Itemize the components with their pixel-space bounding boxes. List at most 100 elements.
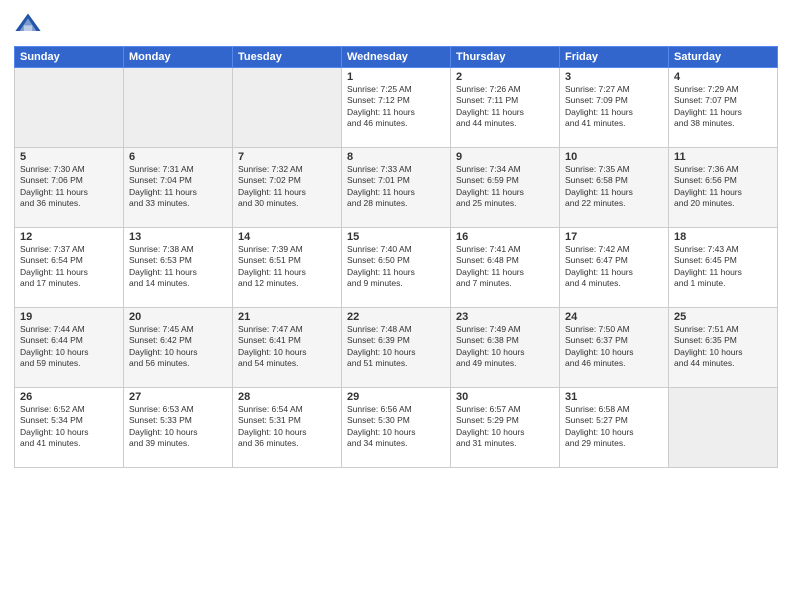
day-number: 19 [20, 311, 118, 323]
day-number: 27 [129, 391, 227, 403]
day-number: 5 [20, 151, 118, 163]
calendar-cell [233, 68, 342, 148]
calendar-week-row: 19Sunrise: 7:44 AM Sunset: 6:44 PM Dayli… [15, 308, 778, 388]
day-number: 3 [565, 71, 663, 83]
day-number: 16 [456, 231, 554, 243]
day-info: Sunrise: 7:25 AM Sunset: 7:12 PM Dayligh… [347, 84, 445, 130]
day-info: Sunrise: 6:53 AM Sunset: 5:33 PM Dayligh… [129, 404, 227, 450]
day-info: Sunrise: 7:40 AM Sunset: 6:50 PM Dayligh… [347, 244, 445, 290]
day-info: Sunrise: 7:49 AM Sunset: 6:38 PM Dayligh… [456, 324, 554, 370]
day-info: Sunrise: 7:50 AM Sunset: 6:37 PM Dayligh… [565, 324, 663, 370]
calendar-week-row: 26Sunrise: 6:52 AM Sunset: 5:34 PM Dayli… [15, 388, 778, 468]
day-info: Sunrise: 7:42 AM Sunset: 6:47 PM Dayligh… [565, 244, 663, 290]
day-number: 23 [456, 311, 554, 323]
calendar-day-header: Thursday [451, 47, 560, 68]
calendar-cell: 30Sunrise: 6:57 AM Sunset: 5:29 PM Dayli… [451, 388, 560, 468]
day-number: 15 [347, 231, 445, 243]
day-info: Sunrise: 7:36 AM Sunset: 6:56 PM Dayligh… [674, 164, 772, 210]
calendar-cell: 25Sunrise: 7:51 AM Sunset: 6:35 PM Dayli… [669, 308, 778, 388]
calendar-cell: 7Sunrise: 7:32 AM Sunset: 7:02 PM Daylig… [233, 148, 342, 228]
calendar-cell: 16Sunrise: 7:41 AM Sunset: 6:48 PM Dayli… [451, 228, 560, 308]
calendar-day-header: Wednesday [342, 47, 451, 68]
day-number: 14 [238, 231, 336, 243]
day-number: 30 [456, 391, 554, 403]
calendar-cell [124, 68, 233, 148]
calendar-cell: 12Sunrise: 7:37 AM Sunset: 6:54 PM Dayli… [15, 228, 124, 308]
calendar-cell: 20Sunrise: 7:45 AM Sunset: 6:42 PM Dayli… [124, 308, 233, 388]
day-info: Sunrise: 7:30 AM Sunset: 7:06 PM Dayligh… [20, 164, 118, 210]
day-info: Sunrise: 6:52 AM Sunset: 5:34 PM Dayligh… [20, 404, 118, 450]
day-number: 20 [129, 311, 227, 323]
day-info: Sunrise: 7:27 AM Sunset: 7:09 PM Dayligh… [565, 84, 663, 130]
logo-icon [14, 10, 42, 38]
calendar-cell: 9Sunrise: 7:34 AM Sunset: 6:59 PM Daylig… [451, 148, 560, 228]
calendar-cell: 10Sunrise: 7:35 AM Sunset: 6:58 PM Dayli… [560, 148, 669, 228]
calendar-day-header: Tuesday [233, 47, 342, 68]
day-info: Sunrise: 7:39 AM Sunset: 6:51 PM Dayligh… [238, 244, 336, 290]
day-info: Sunrise: 7:32 AM Sunset: 7:02 PM Dayligh… [238, 164, 336, 210]
day-info: Sunrise: 6:56 AM Sunset: 5:30 PM Dayligh… [347, 404, 445, 450]
day-info: Sunrise: 7:45 AM Sunset: 6:42 PM Dayligh… [129, 324, 227, 370]
day-number: 2 [456, 71, 554, 83]
calendar-cell: 14Sunrise: 7:39 AM Sunset: 6:51 PM Dayli… [233, 228, 342, 308]
day-info: Sunrise: 6:57 AM Sunset: 5:29 PM Dayligh… [456, 404, 554, 450]
logo [14, 10, 44, 38]
day-number: 10 [565, 151, 663, 163]
header [14, 10, 778, 38]
day-info: Sunrise: 7:37 AM Sunset: 6:54 PM Dayligh… [20, 244, 118, 290]
calendar-week-row: 5Sunrise: 7:30 AM Sunset: 7:06 PM Daylig… [15, 148, 778, 228]
calendar-cell: 11Sunrise: 7:36 AM Sunset: 6:56 PM Dayli… [669, 148, 778, 228]
day-info: Sunrise: 7:44 AM Sunset: 6:44 PM Dayligh… [20, 324, 118, 370]
day-number: 7 [238, 151, 336, 163]
day-info: Sunrise: 6:54 AM Sunset: 5:31 PM Dayligh… [238, 404, 336, 450]
day-number: 17 [565, 231, 663, 243]
day-number: 22 [347, 311, 445, 323]
calendar-cell [15, 68, 124, 148]
day-info: Sunrise: 7:51 AM Sunset: 6:35 PM Dayligh… [674, 324, 772, 370]
day-info: Sunrise: 7:26 AM Sunset: 7:11 PM Dayligh… [456, 84, 554, 130]
day-number: 21 [238, 311, 336, 323]
day-number: 4 [674, 71, 772, 83]
calendar-cell: 27Sunrise: 6:53 AM Sunset: 5:33 PM Dayli… [124, 388, 233, 468]
day-number: 13 [129, 231, 227, 243]
calendar-cell: 6Sunrise: 7:31 AM Sunset: 7:04 PM Daylig… [124, 148, 233, 228]
day-number: 12 [20, 231, 118, 243]
calendar-week-row: 1Sunrise: 7:25 AM Sunset: 7:12 PM Daylig… [15, 68, 778, 148]
day-info: Sunrise: 7:31 AM Sunset: 7:04 PM Dayligh… [129, 164, 227, 210]
day-number: 31 [565, 391, 663, 403]
day-info: Sunrise: 7:35 AM Sunset: 6:58 PM Dayligh… [565, 164, 663, 210]
calendar-cell: 8Sunrise: 7:33 AM Sunset: 7:01 PM Daylig… [342, 148, 451, 228]
calendar-day-header: Monday [124, 47, 233, 68]
calendar-cell: 4Sunrise: 7:29 AM Sunset: 7:07 PM Daylig… [669, 68, 778, 148]
calendar-cell: 23Sunrise: 7:49 AM Sunset: 6:38 PM Dayli… [451, 308, 560, 388]
day-number: 29 [347, 391, 445, 403]
calendar-cell: 31Sunrise: 6:58 AM Sunset: 5:27 PM Dayli… [560, 388, 669, 468]
day-info: Sunrise: 7:33 AM Sunset: 7:01 PM Dayligh… [347, 164, 445, 210]
calendar-cell: 1Sunrise: 7:25 AM Sunset: 7:12 PM Daylig… [342, 68, 451, 148]
day-number: 26 [20, 391, 118, 403]
calendar-day-header: Friday [560, 47, 669, 68]
day-number: 11 [674, 151, 772, 163]
calendar-cell: 17Sunrise: 7:42 AM Sunset: 6:47 PM Dayli… [560, 228, 669, 308]
day-info: Sunrise: 7:34 AM Sunset: 6:59 PM Dayligh… [456, 164, 554, 210]
calendar-cell: 18Sunrise: 7:43 AM Sunset: 6:45 PM Dayli… [669, 228, 778, 308]
day-number: 25 [674, 311, 772, 323]
day-number: 8 [347, 151, 445, 163]
calendar-cell: 21Sunrise: 7:47 AM Sunset: 6:41 PM Dayli… [233, 308, 342, 388]
page: SundayMondayTuesdayWednesdayThursdayFrid… [0, 0, 792, 612]
calendar-day-header: Saturday [669, 47, 778, 68]
day-info: Sunrise: 7:43 AM Sunset: 6:45 PM Dayligh… [674, 244, 772, 290]
calendar-cell [669, 388, 778, 468]
calendar-cell: 19Sunrise: 7:44 AM Sunset: 6:44 PM Dayli… [15, 308, 124, 388]
calendar-cell: 13Sunrise: 7:38 AM Sunset: 6:53 PM Dayli… [124, 228, 233, 308]
calendar-cell: 5Sunrise: 7:30 AM Sunset: 7:06 PM Daylig… [15, 148, 124, 228]
day-info: Sunrise: 7:29 AM Sunset: 7:07 PM Dayligh… [674, 84, 772, 130]
day-info: Sunrise: 7:47 AM Sunset: 6:41 PM Dayligh… [238, 324, 336, 370]
day-info: Sunrise: 7:38 AM Sunset: 6:53 PM Dayligh… [129, 244, 227, 290]
calendar-cell: 22Sunrise: 7:48 AM Sunset: 6:39 PM Dayli… [342, 308, 451, 388]
calendar-header-row: SundayMondayTuesdayWednesdayThursdayFrid… [15, 47, 778, 68]
calendar-cell: 2Sunrise: 7:26 AM Sunset: 7:11 PM Daylig… [451, 68, 560, 148]
calendar-week-row: 12Sunrise: 7:37 AM Sunset: 6:54 PM Dayli… [15, 228, 778, 308]
day-info: Sunrise: 7:41 AM Sunset: 6:48 PM Dayligh… [456, 244, 554, 290]
day-number: 28 [238, 391, 336, 403]
